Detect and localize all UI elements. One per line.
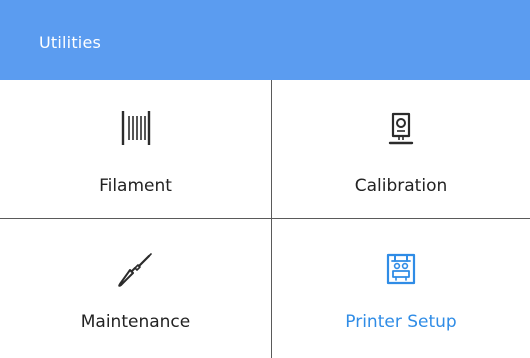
filament-spool-icon	[116, 108, 156, 148]
page-title: Utilities	[39, 33, 102, 52]
printer-setup-tile[interactable]: Printer Setup	[272, 219, 530, 358]
utilities-screen: Utilities Filament Calibration Maintenan…	[0, 0, 530, 358]
maintenance-label: Maintenance	[80, 312, 191, 332]
utilities-grid: Filament Calibration Maintenance Printer…	[0, 80, 530, 358]
printer-setup-icon	[381, 249, 421, 289]
screwdriver-icon	[116, 249, 156, 289]
filament-tile[interactable]: Filament	[0, 80, 272, 219]
filament-label: Filament	[99, 176, 172, 196]
calibration-tile[interactable]: Calibration	[272, 80, 530, 219]
calibration-label: Calibration	[354, 176, 448, 196]
calibration-printer-icon	[381, 108, 421, 148]
header-bar: Utilities	[0, 0, 530, 80]
printer-setup-label: Printer Setup	[345, 312, 457, 332]
maintenance-tile[interactable]: Maintenance	[0, 219, 272, 358]
